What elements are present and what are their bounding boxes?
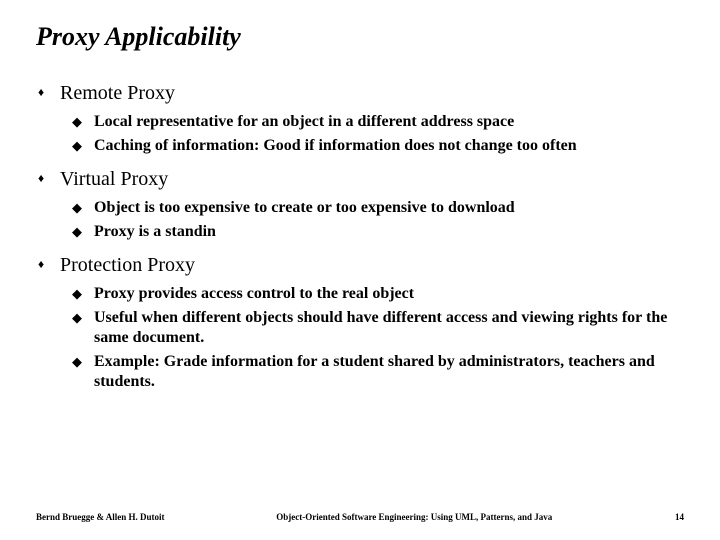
sub-item-text: Proxy provides access control to the rea… bbox=[94, 285, 414, 302]
footer-authors: Bernd Bruegge & Allen H. Dutoit bbox=[36, 512, 165, 522]
diamond-bullet-icon: ♦ bbox=[38, 172, 44, 184]
section-heading: Remote Proxy bbox=[60, 82, 175, 104]
list-item: ◆ Caching of information: Good if inform… bbox=[72, 136, 684, 156]
sub-item-text: Proxy is a standin bbox=[94, 223, 216, 240]
diamond-bullet-icon: ◆ bbox=[72, 355, 82, 368]
sub-list: ◆ Proxy provides access control to the r… bbox=[72, 284, 684, 392]
list-item: ◆ Example: Grade information for a stude… bbox=[72, 352, 684, 392]
list-item: ◆ Object is too expensive to create or t… bbox=[72, 198, 684, 218]
list-item: ◆ Local representative for an object in … bbox=[72, 112, 684, 132]
diamond-bullet-icon: ◆ bbox=[72, 115, 82, 128]
sub-item-text: Example: Grade information for a student… bbox=[94, 353, 655, 390]
footer-book-title: Object-Oriented Software Engineering: Us… bbox=[165, 512, 665, 522]
sub-item-text: Caching of information: Good if informat… bbox=[94, 137, 577, 154]
section-heading: Virtual Proxy bbox=[60, 168, 168, 190]
list-item: ♦ Remote Proxy ◆ Local representative fo… bbox=[36, 80, 684, 156]
sub-list: ◆ Object is too expensive to create or t… bbox=[72, 198, 684, 242]
diamond-bullet-icon: ♦ bbox=[38, 86, 44, 98]
bullet-list: ♦ Remote Proxy ◆ Local representative fo… bbox=[36, 80, 684, 392]
sub-list: ◆ Local representative for an object in … bbox=[72, 112, 684, 156]
list-item: ◆ Useful when different objects should h… bbox=[72, 308, 684, 348]
diamond-bullet-icon: ♦ bbox=[38, 258, 44, 270]
sub-item-text: Local representative for an object in a … bbox=[94, 113, 514, 130]
diamond-bullet-icon: ◆ bbox=[72, 201, 82, 214]
footer-page-number: 14 bbox=[664, 512, 684, 522]
sub-item-text: Object is too expensive to create or too… bbox=[94, 199, 515, 216]
diamond-bullet-icon: ◆ bbox=[72, 139, 82, 152]
diamond-bullet-icon: ◆ bbox=[72, 225, 82, 238]
section-heading: Protection Proxy bbox=[60, 254, 195, 276]
diamond-bullet-icon: ◆ bbox=[72, 311, 82, 324]
sub-item-text: Useful when different objects should hav… bbox=[94, 309, 667, 346]
list-item: ♦ Protection Proxy ◆ Proxy provides acce… bbox=[36, 252, 684, 392]
slide-footer: Bernd Bruegge & Allen H. Dutoit Object-O… bbox=[0, 512, 720, 522]
list-item: ♦ Virtual Proxy ◆ Object is too expensiv… bbox=[36, 166, 684, 242]
slide-title: Proxy Applicability bbox=[36, 22, 684, 52]
list-item: ◆ Proxy provides access control to the r… bbox=[72, 284, 684, 304]
diamond-bullet-icon: ◆ bbox=[72, 287, 82, 300]
slide: Proxy Applicability ♦ Remote Proxy ◆ Loc… bbox=[0, 0, 720, 540]
list-item: ◆ Proxy is a standin bbox=[72, 222, 684, 242]
